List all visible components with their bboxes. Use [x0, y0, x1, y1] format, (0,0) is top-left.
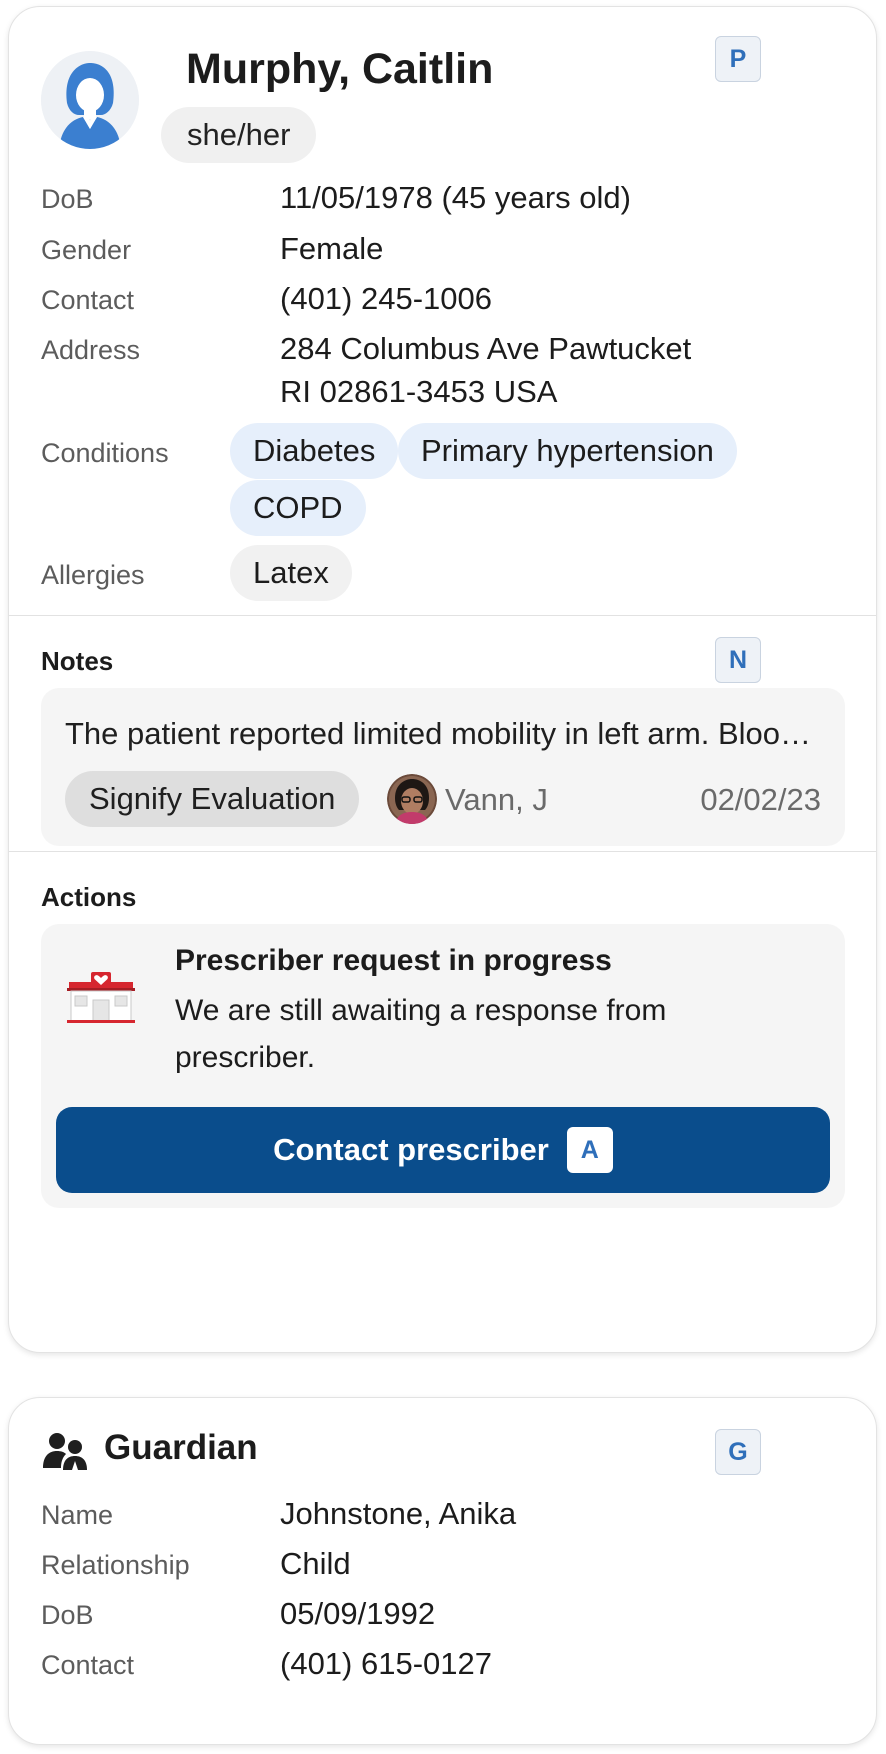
- allergies-label: Allergies: [41, 560, 145, 590]
- guardian-dob-value: 05/09/1992: [280, 1596, 436, 1631]
- guardian-contact-label: Contact: [41, 1650, 135, 1680]
- divider: [9, 851, 876, 852]
- action-shortcut-key: A: [566, 1127, 613, 1173]
- patient-shortcut-key[interactable]: P: [715, 36, 761, 82]
- note-text: The patient reported limited mobility in…: [65, 716, 821, 751]
- guardian-icon: [41, 1432, 91, 1472]
- conditions-label: Conditions: [41, 438, 169, 468]
- gender-value: Female: [280, 231, 384, 266]
- pronouns-chip: she/her: [161, 107, 317, 163]
- guardian-title: Guardian: [104, 1428, 258, 1467]
- guardian-name-value: Johnstone, Anika: [280, 1496, 517, 1531]
- contact-prescriber-button[interactable]: Contact prescriber A: [56, 1107, 830, 1193]
- dob-label: DoB: [41, 184, 94, 214]
- action-title: Prescriber request in progress: [175, 944, 612, 977]
- condition-chip: Diabetes: [230, 423, 399, 479]
- patient-avatar-icon: [41, 51, 139, 149]
- contact-label: Contact: [41, 285, 135, 315]
- address-line-1: 284 Columbus Ave Pawtucket: [280, 331, 692, 366]
- contact-value[interactable]: (401) 245-1006: [280, 281, 492, 317]
- contact-prescriber-label: Contact prescriber: [273, 1132, 549, 1167]
- condition-chip: Primary hypertension: [398, 423, 737, 479]
- note-date: 02/02/23: [700, 782, 821, 817]
- notes-title: Notes: [41, 646, 114, 676]
- divider: [9, 615, 876, 616]
- actions-title: Actions: [41, 882, 137, 912]
- patient-name: Murphy, Caitlin: [186, 45, 494, 93]
- address-label: Address: [41, 335, 141, 365]
- note-card[interactable]: The patient reported limited mobility in…: [41, 688, 845, 846]
- notes-shortcut-key[interactable]: N: [715, 637, 761, 683]
- guardian-contact-value[interactable]: (401) 615-0127: [280, 1646, 492, 1682]
- note-tag-chip: Signify Evaluation: [65, 771, 360, 827]
- address-line-2: RI 02861-3453 USA: [280, 374, 558, 409]
- note-author: Vann, J: [445, 782, 548, 817]
- patient-card: Murphy, Caitlin she/her P DoB 11/05/1978…: [8, 6, 877, 1353]
- gender-label: Gender: [41, 235, 132, 265]
- relationship-label: Relationship: [41, 1550, 190, 1580]
- guardian-name-label: Name: [41, 1500, 114, 1530]
- allergy-chip: Latex: [230, 545, 352, 601]
- relationship-value: Child: [280, 1546, 351, 1581]
- author-avatar: [387, 774, 437, 824]
- action-card: Prescriber request in progress We are st…: [41, 924, 845, 1208]
- pharmacy-icon: [65, 972, 137, 1032]
- guardian-dob-label: DoB: [41, 1600, 94, 1630]
- guardian-card: Guardian G Name Johnstone, Anika Relatio…: [8, 1397, 877, 1745]
- condition-chip: COPD: [230, 480, 366, 536]
- dob-value: 11/05/1978 (45 years old): [280, 180, 631, 215]
- action-description: We are still awaiting a response from pr…: [175, 994, 667, 1074]
- guardian-shortcut-key[interactable]: G: [715, 1429, 761, 1475]
